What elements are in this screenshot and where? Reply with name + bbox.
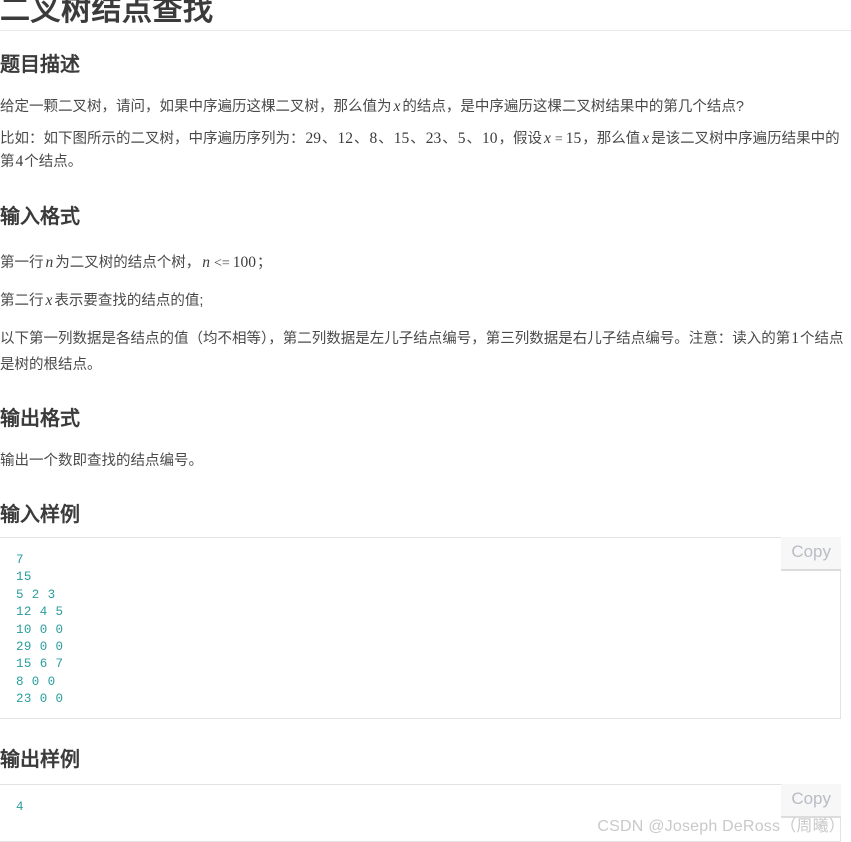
input-sample-code-block: 7 15 5 2 3 12 4 5 10 0 0 29 0 0 15 6 7 8… <box>0 537 841 719</box>
copy-button-output-sample[interactable]: Copy <box>781 784 841 818</box>
copy-button-input-sample[interactable]: Copy <box>781 537 841 571</box>
inorder-value-0: 29 <box>305 130 322 147</box>
desc-p2-equals: = <box>554 132 563 147</box>
inorder-separator: 、 <box>354 131 369 147</box>
if-l2-part-b: 表示要查找的结点的值; <box>54 293 204 309</box>
problem-page: 二叉树结点查找 题目描述 给定一颗二叉树，请问，如果中序遍历这棵二叉树，那么值为… <box>0 0 851 842</box>
if-l1-var-n2: n <box>202 254 210 271</box>
inorder-separator: 、 <box>322 131 337 147</box>
desc-p2-value: 15 <box>565 130 582 147</box>
if-l1-part-a: 第一行 <box>0 255 44 271</box>
description-paragraph-1: 给定一颗二叉树，请问，如果中序遍历这棵二叉树，那么值为 x 的结点，是中序遍历这棵二… <box>0 96 851 118</box>
heading-output-format: 输出格式 <box>0 408 80 430</box>
description-paragraph-2: 比如：如下图所示的二叉树，中序遍历序列为：29、12、8、15、23、5、10，… <box>0 128 851 173</box>
output-sample-code-block: 4 Copy <box>0 784 841 842</box>
inorder-sequence: 29、12、8、15、23、5、10 <box>305 130 499 147</box>
page-title: 二叉树结点查找 <box>0 0 214 27</box>
if-l1-part-b: 为二叉树的结点个树， <box>55 255 201 271</box>
inorder-separator: 、 <box>410 131 425 147</box>
desc-p2-part-c: ，那么值 <box>582 131 641 147</box>
inorder-value-5: 5 <box>457 130 466 147</box>
input-sample-code: 7 15 5 2 3 12 4 5 10 0 0 29 0 0 15 6 7 8… <box>16 553 64 707</box>
if-l3-index: 1 <box>791 330 799 347</box>
output-sample-code: 4 <box>16 800 24 814</box>
inorder-value-2: 8 <box>369 130 378 147</box>
desc-p1-part-b: 的结点，是中序遍历这棵二叉树结果中的第几个结点? <box>402 99 744 115</box>
desc-p2-var-x: x <box>544 130 551 147</box>
desc-p2-part-b: ，假设 <box>498 131 543 147</box>
desc-p1-part-a: 给定一颗二叉树，请问，如果中序遍历这棵二叉树，那么值为 <box>0 99 392 115</box>
inorder-separator: 、 <box>442 131 457 147</box>
if-l1-limit: 100 <box>232 254 257 271</box>
desc-p1-var-x: x <box>393 98 401 115</box>
input-format-line-2: 第二行 x 表示要查找的结点的值; <box>0 290 851 312</box>
title-divider <box>0 30 851 31</box>
heading-description: 题目描述 <box>0 54 80 76</box>
heading-input-sample: 输入样例 <box>0 504 80 526</box>
inorder-value-6: 10 <box>482 130 498 147</box>
input-format-line-1: 第一行 n 为二叉树的结点个树， n <= 100； <box>0 252 851 275</box>
if-l1-var-n: n <box>45 254 54 271</box>
desc-p2-var-x2: x <box>642 130 650 147</box>
heading-output-sample: 输出样例 <box>0 749 80 771</box>
output-format-text: 输出一个数即查找的结点编号。 <box>0 453 203 469</box>
if-l3-part-a: 以下第一列数据是各结点的值（均不相等），第二列数据是左儿子结点编号，第三列数据是… <box>0 331 791 347</box>
desc-p2-index: 4 <box>15 153 24 170</box>
heading-input-format: 输入格式 <box>0 206 80 228</box>
inorder-separator: 、 <box>466 131 482 147</box>
input-format-line-3: 以下第一列数据是各结点的值（均不相等），第二列数据是左儿子结点编号，第三列数据是… <box>0 326 845 378</box>
if-l1-operator: <= <box>214 256 230 271</box>
inorder-value-3: 15 <box>393 130 410 147</box>
if-l2-var-x: x <box>45 292 53 309</box>
if-l2-part-a: 第二行 <box>0 293 44 309</box>
inorder-value-4: 23 <box>425 130 442 147</box>
inorder-separator: 、 <box>378 131 393 147</box>
inorder-value-1: 12 <box>337 130 354 147</box>
if-l1-part-c: ； <box>257 255 272 271</box>
desc-p2-part-e: 个结点。 <box>24 154 83 170</box>
desc-p2-part-a: 比如：如下图所示的二叉树，中序遍历序列为： <box>0 131 305 147</box>
